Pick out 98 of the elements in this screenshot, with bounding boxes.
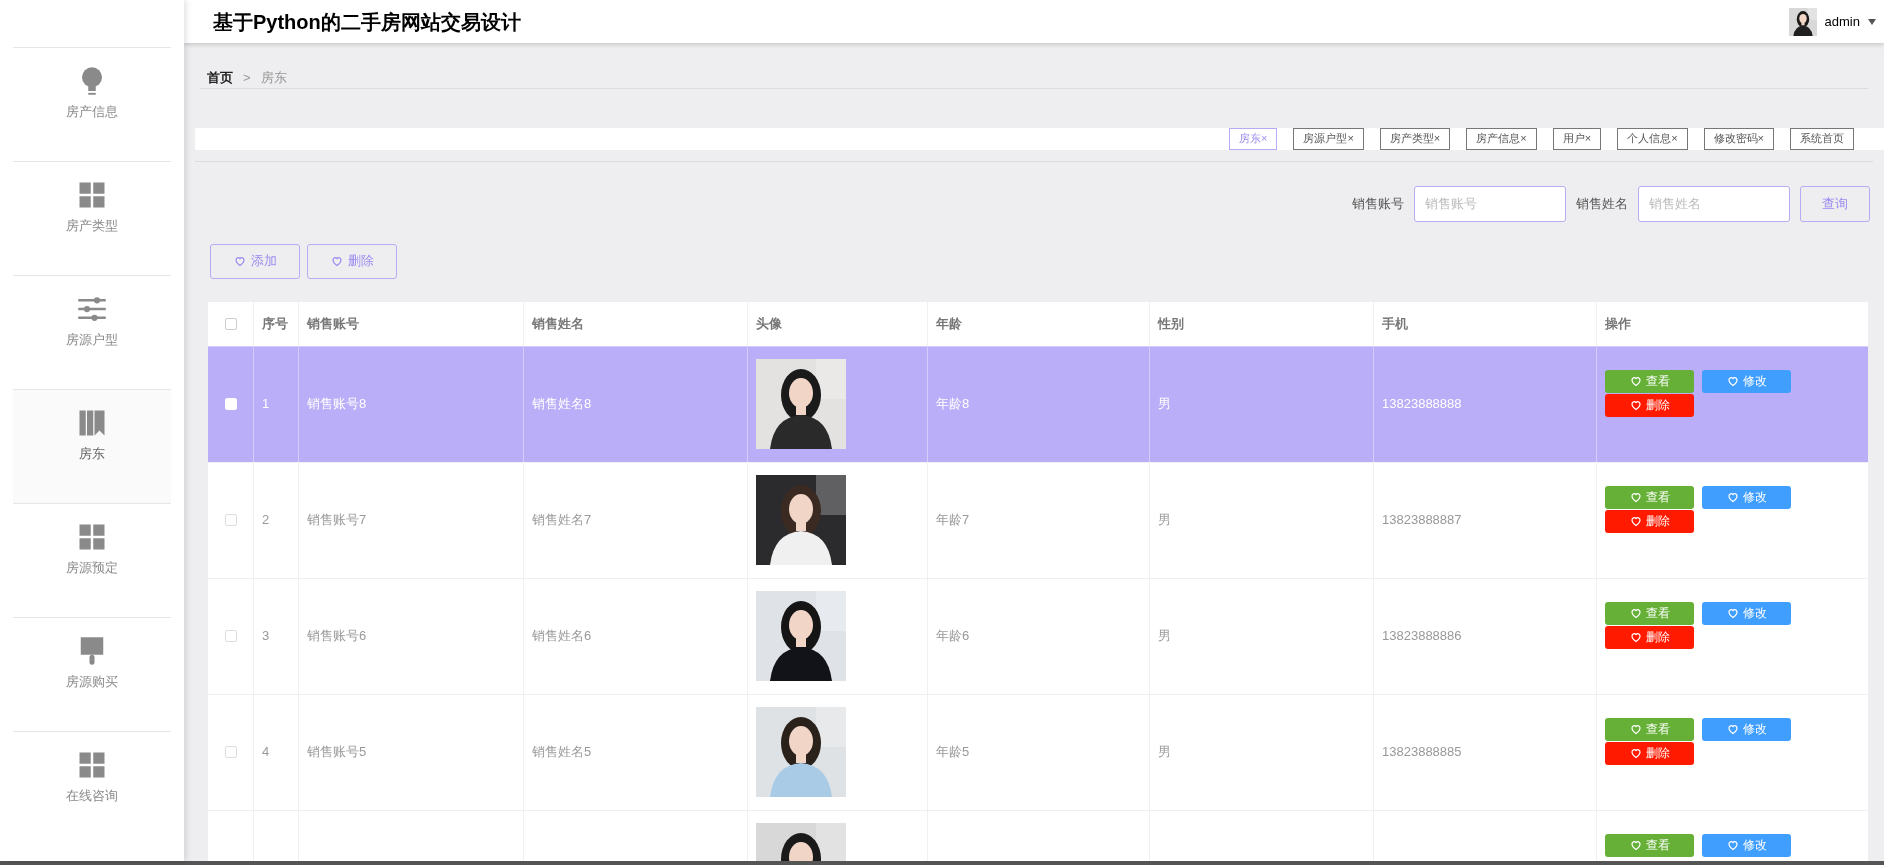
column-header: 头像	[756, 314, 782, 333]
heart-icon	[330, 255, 343, 267]
view-button[interactable]: 查看	[1605, 485, 1694, 509]
heart-icon	[1726, 491, 1739, 503]
table-row[interactable]: 3 销售账号6 销售姓名6 年龄6 男 13823888886 查看 修改 删除	[208, 577, 1868, 694]
table-cell-text: 年龄7	[936, 511, 970, 530]
view-button[interactable]: 查看	[1605, 369, 1694, 393]
caret-icon[interactable]	[1868, 18, 1876, 25]
page-tab[interactable]: 房产信息×	[1466, 127, 1537, 150]
heart-icon	[1629, 607, 1642, 619]
table-row[interactable]: 2 销售账号7 销售姓名7 年龄7 男 13823888887 查看 修改 删除	[208, 461, 1868, 578]
column-header: 性别	[1158, 314, 1184, 333]
view-button[interactable]: 查看	[1605, 601, 1694, 625]
page-tab[interactable]: 房源户型×	[1293, 127, 1364, 150]
delete-button[interactable]: 删除	[1605, 393, 1694, 417]
table-row[interactable]: 1 销售账号8 销售姓名8 年龄8 男 13823888888 查看 修改 删除	[208, 345, 1868, 462]
delete-button[interactable]: 删除	[1605, 741, 1694, 765]
table-cell-text: 销售账号6	[307, 627, 367, 646]
delete-button[interactable]: 删除	[1605, 509, 1694, 533]
breadcrumb-current: 房东	[260, 69, 287, 87]
heart-icon	[1629, 399, 1642, 411]
user-name[interactable]: admin	[1824, 11, 1860, 32]
table-cell-text: 销售账号5	[307, 743, 367, 762]
table-cell-text: 销售姓名6	[532, 627, 592, 646]
page-tab[interactable]: 房东×	[1228, 127, 1278, 150]
grid-icon	[77, 522, 107, 552]
checkbox[interactable]	[224, 317, 237, 330]
field-label: 销售账号	[1352, 194, 1404, 213]
table-cell-text: 男	[1158, 627, 1171, 646]
column-header: 年龄	[936, 314, 962, 333]
heart-icon	[1629, 747, 1642, 759]
column-header: 销售账号	[307, 314, 359, 333]
table-cell-text: 男	[1158, 511, 1171, 530]
heart-icon	[1726, 839, 1739, 851]
table-cell-text: 1	[262, 395, 270, 414]
table-cell-text: 年龄6	[936, 627, 970, 646]
edit-button[interactable]: 修改	[1702, 717, 1791, 741]
heart-icon	[1629, 723, 1642, 735]
grid-icon	[77, 750, 107, 780]
table-cell-text: 销售账号8	[307, 395, 367, 414]
page-tab[interactable]: 用户×	[1552, 127, 1602, 150]
table-cell-text: 年龄5	[936, 743, 970, 762]
table-cell-text: 男	[1158, 743, 1171, 762]
heart-icon	[1629, 515, 1642, 527]
table-cell-text: 13823888887	[1382, 511, 1462, 530]
table-cell-text: 13823888888	[1382, 395, 1462, 414]
table-cell-text: 销售账号7	[307, 511, 367, 530]
sliders-icon	[77, 294, 107, 324]
page-tab[interactable]: 修改密码×	[1703, 127, 1774, 150]
search-field[interactable]: 销售姓名	[1638, 185, 1790, 222]
heart-icon	[1726, 607, 1739, 619]
edit-button[interactable]: 修改	[1702, 485, 1791, 509]
column-header: 手机	[1382, 314, 1408, 333]
table-cell-text: 年龄8	[936, 395, 970, 414]
delete-button[interactable]: 删除	[1605, 625, 1694, 649]
heart-icon	[1726, 723, 1739, 735]
page-tab[interactable]: 系统首页	[1790, 127, 1854, 150]
add-button[interactable]: 添加	[210, 243, 300, 279]
table-cell-text: 销售姓名5	[532, 743, 592, 762]
column-header: 序号	[262, 314, 288, 333]
app-title: 基于Python的二手房网站交易设计	[213, 9, 521, 35]
sidebar-item[interactable]: 房东	[13, 389, 171, 503]
edit-button[interactable]: 修改	[1702, 601, 1791, 625]
checkbox[interactable]	[224, 746, 237, 758]
table-row[interactable]: 4 销售账号5 销售姓名5 年龄5 男 13823888885 查看 修改 删除	[208, 693, 1868, 810]
column-header: 操作	[1605, 314, 1631, 333]
heart-icon	[1629, 631, 1642, 643]
breadcrumb-separator: >	[243, 69, 251, 87]
search-button[interactable]: 查询	[1800, 185, 1870, 222]
edit-button[interactable]: 修改	[1702, 833, 1791, 857]
heart-icon	[1629, 375, 1642, 387]
edit-button[interactable]: 修改	[1702, 369, 1791, 393]
search-field[interactable]: 销售账号	[1414, 185, 1566, 222]
table-row[interactable]: 查看 修改	[208, 809, 1868, 861]
table-cell-text: 13823888885	[1382, 743, 1462, 762]
checkbox[interactable]	[224, 630, 237, 642]
page-tab[interactable]: 房产类型×	[1379, 127, 1451, 150]
table-cell-text: 13823888886	[1382, 627, 1462, 646]
delete-button[interactable]: 删除	[307, 243, 397, 279]
books-icon	[77, 408, 107, 438]
view-button[interactable]: 查看	[1605, 833, 1694, 857]
field-label: 销售姓名	[1576, 194, 1628, 213]
heart-icon	[1726, 375, 1739, 387]
breadcrumb-link[interactable]: 首页	[207, 68, 233, 88]
heart-icon	[1629, 491, 1642, 503]
table-cell-text: 4	[262, 743, 270, 762]
table-cell-text: 3	[262, 627, 270, 646]
table-cell-text: 男	[1158, 395, 1171, 414]
grid-icon	[77, 180, 107, 210]
heart-icon	[233, 255, 246, 267]
checkbox[interactable]	[224, 514, 237, 526]
column-header: 销售姓名	[532, 314, 584, 333]
table-cell-text: 销售姓名7	[532, 511, 592, 530]
table-cell-text: 销售姓名8	[532, 395, 592, 414]
heart-icon	[1629, 839, 1642, 851]
view-button[interactable]: 查看	[1605, 717, 1694, 741]
table-cell-text: 2	[262, 511, 270, 530]
page-tab[interactable]: 个人信息×	[1617, 127, 1688, 150]
